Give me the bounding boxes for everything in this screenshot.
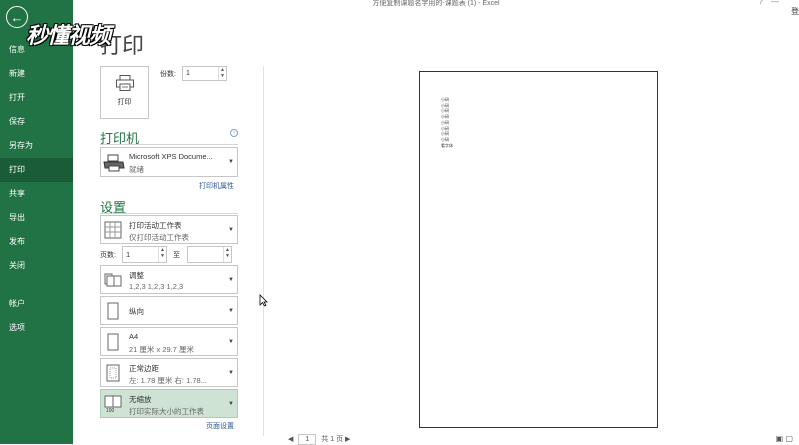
paper-icon [107,333,119,351]
setting-line2: 1,2,3 1,2,3 1,2,3 [129,282,184,291]
printer-status: 就绪 [129,165,144,174]
backstage-nav: 信息 新建 打开 保存 另存为 打印 共享 导出 发布 关闭 帐户 选项 [0,38,73,340]
window-title: 方便复制课题名字用的-课题表 (1) - Excel [372,0,500,7]
pages-from-input[interactable]: 1 ▲ ▼ [122,246,167,263]
printer-device-icon [103,154,125,172]
setting-line1: 调整 [129,271,144,280]
pane-divider [263,66,264,436]
svg-text:100: 100 [106,408,115,413]
printer-icon [116,75,134,91]
setting-line2: 左: 1.78 厘米 右: 1.78... [129,376,207,385]
backstage-sidebar: ← 信息 新建 打开 保存 另存为 打印 共享 导出 发布 关闭 帐户 选项 [0,0,73,444]
nav-item-open[interactable]: 打开 [0,86,73,110]
setting-line2: 21 厘米 x 29.7 厘米 [129,345,195,354]
preview-content: 小研 小研 小研 小研 小研 小研 小研 小研 看字体 [441,97,453,148]
info-icon[interactable]: i [230,129,238,137]
portrait-icon [107,302,119,320]
copies-label: 份数: [160,71,176,78]
collate-icon [104,273,122,287]
copies-input[interactable]: 1 ▲ ▼ [182,66,227,81]
nav-item-new[interactable]: 新建 [0,62,73,86]
pages-to-label: 至 [173,252,180,259]
setting-line1: A4 [129,332,139,341]
pages-from-spinner[interactable]: ▲ ▼ [158,247,166,262]
chevron-down-icon: ▼ [228,227,234,233]
divider [100,144,238,145]
nav-item-print[interactable]: 打印 [0,158,73,182]
nav-item-export[interactable]: 导出 [0,206,73,230]
preview-pagination: ◀ 1 共 1 页 ▶ [288,434,350,445]
chevron-down-icon: ▼ [228,277,234,283]
pages-to-spinner[interactable]: ▲ ▼ [223,247,231,262]
scaling-icon: 100 [104,395,122,413]
chevron-down-icon: ▼ [228,159,234,165]
print-what-select[interactable]: 打印活动工作表 仅打印活动工作表 ▼ [100,215,238,244]
pages-to-input[interactable]: ▲ ▼ [187,246,232,263]
show-margins-icon[interactable]: ▣ [776,434,784,443]
copies-spinner[interactable]: ▲ ▼ [218,67,226,80]
print-button[interactable]: 打印 [100,66,149,119]
scaling-select[interactable]: 100 无缩放 打印实际大小的工作表 ▼ [100,389,238,418]
nav-item-close[interactable]: 关闭 [0,254,73,278]
margins-select[interactable]: 正常边距 左: 1.78 厘米 右: 1.78... ▼ [100,358,238,387]
sheet-icon [104,221,122,239]
printer-properties-link[interactable]: 打印机属性 [199,181,234,191]
printer-name: Microsoft XPS Docume... [129,152,213,161]
preview-zoom-controls: ▣ ▢ [776,434,793,443]
chevron-down-icon: ▼ [228,308,234,314]
pages-label: 页数: [100,252,116,259]
watermark-logo: 秒懂视频 [26,24,111,49]
printer-select[interactable]: Microsoft XPS Docume... 就绪 ▼ [100,147,238,177]
help-icon[interactable]: ? [759,0,763,6]
next-page-icon[interactable]: ▶ [345,436,350,443]
orientation-select[interactable]: 纵向 ▼ [100,296,238,325]
paper-size-select[interactable]: A4 21 厘米 x 29.7 厘米 ▼ [100,327,238,356]
chevron-down-icon: ▼ [228,401,234,407]
nav-item-save[interactable]: 保存 [0,110,73,134]
setting-line1: 纵向 [129,307,144,316]
nav-item-publish[interactable]: 发布 [0,230,73,254]
print-preview-page: 小研 小研 小研 小研 小研 小研 小研 小研 看字体 [419,71,658,428]
pages-range: 页数: 1 ▲ ▼ 至 ▲ ▼ [100,246,240,263]
setting-line2: 打印实际大小的工作表 [129,407,204,416]
print-button-label: 打印 [117,99,132,106]
collate-select[interactable]: 调整 1,2,3 1,2,3 1,2,3 ▼ [100,265,238,294]
nav-item-share[interactable]: 共享 [0,182,73,206]
prev-page-icon[interactable]: ◀ [288,436,293,443]
zoom-to-page-icon[interactable]: ▢ [785,434,793,443]
chevron-down-icon: ▼ [228,339,234,345]
nav-item-account[interactable]: 帐户 [0,292,73,316]
divider [100,213,238,214]
title-bar: 方便复制课题名字用的-课题表 (1) - Excel ? — 登 [73,0,799,16]
minimize-icon[interactable]: — [771,0,779,6]
nav-item-options[interactable]: 选项 [0,316,73,340]
sign-in-link[interactable]: 登 [791,8,799,16]
page-total: 共 1 页 [321,436,344,443]
copies-value: 1 [186,70,190,77]
setting-line1: 正常边距 [129,364,159,373]
preview-line: 看字体 [441,142,453,148]
pages-from-value: 1 [126,250,131,259]
back-arrow-icon[interactable]: ← [6,6,28,28]
page-setup-link[interactable]: 页面设置 [206,421,234,431]
margins-icon [106,364,120,382]
mouse-cursor-icon [259,294,268,307]
setting-line1: 打印活动工作表 [129,221,182,230]
setting-line1: 无缩放 [129,395,152,404]
setting-line2: 仅打印活动工作表 [129,233,189,242]
excel-backstage: ← 信息 新建 打开 保存 另存为 打印 共享 导出 发布 关闭 帐户 选项 秒… [0,0,799,445]
page-number-input[interactable]: 1 [298,434,317,445]
chevron-down-icon: ▼ [228,370,234,376]
nav-item-save-as[interactable]: 另存为 [0,134,73,158]
